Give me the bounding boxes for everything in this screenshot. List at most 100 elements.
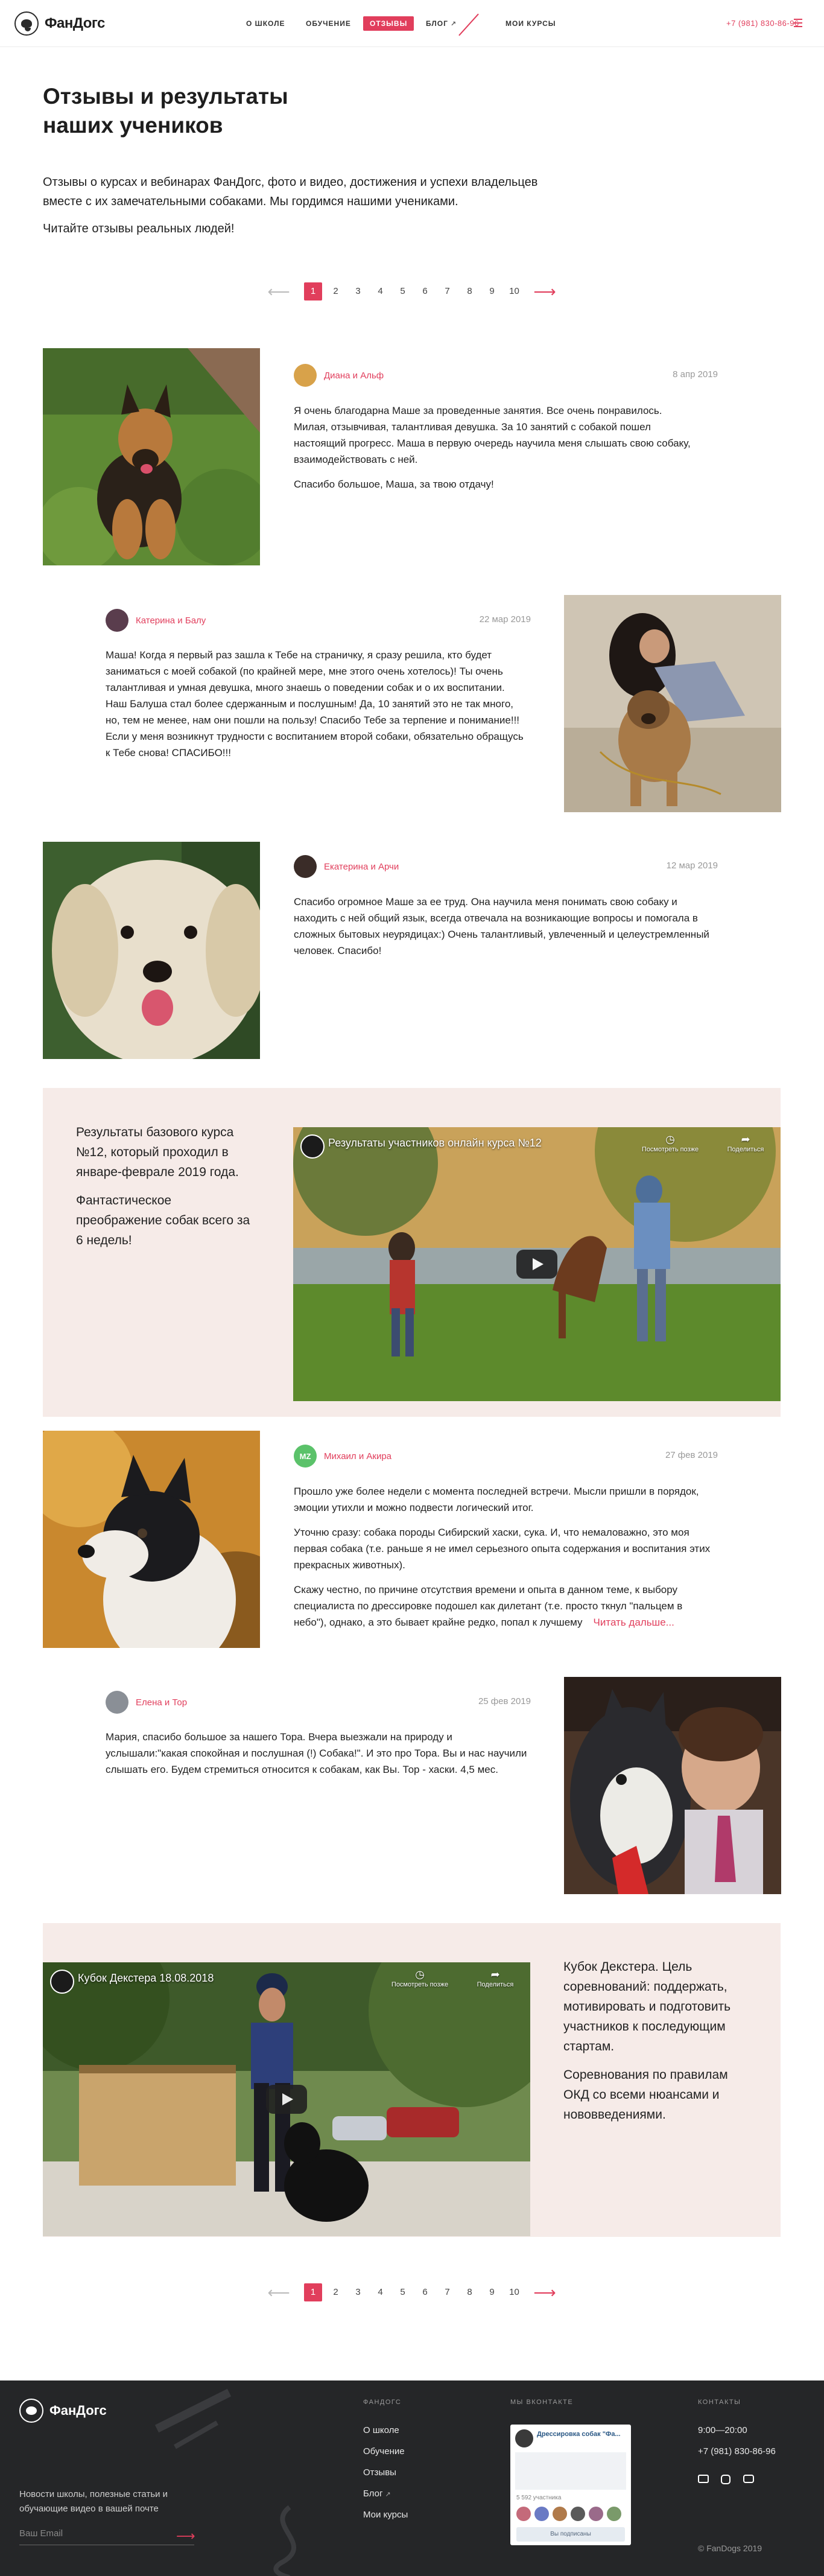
- footer-logo[interactable]: ФанДогс: [19, 2399, 107, 2423]
- footer-link-about[interactable]: О школе: [363, 2425, 399, 2435]
- review-author-name[interactable]: Катерина и Балу: [136, 615, 206, 626]
- review-author-name[interactable]: Диана и Альф: [324, 370, 384, 381]
- page-link[interactable]: 6: [414, 2283, 436, 2301]
- mail-icon[interactable]: [698, 2475, 709, 2483]
- instagram-icon[interactable]: [721, 2475, 731, 2484]
- promo-paragraph: Кубок Декстера. Цель соревнований: подде…: [563, 1960, 731, 2053]
- nav-education[interactable]: Обучение: [306, 16, 351, 31]
- page-link-current[interactable]: 1: [304, 282, 322, 301]
- page-link[interactable]: 3: [347, 282, 369, 301]
- video-player-course-12[interactable]: Результаты участников онлайн курса №12 ◷…: [293, 1127, 781, 1401]
- page-link[interactable]: 3: [347, 2283, 369, 2301]
- avatar: [294, 364, 317, 387]
- review-text: Маша! Когда я первый раз зашла к Тебе на…: [106, 647, 528, 769]
- review-author-name[interactable]: Михаил и Акира: [324, 1451, 391, 1461]
- promo-paragraph: Соревнования по правилам ОКД со всеми ню…: [563, 2068, 728, 2122]
- footer-link-blog[interactable]: Блог ↗: [363, 2489, 391, 2499]
- external-link-icon: ↗: [385, 2491, 391, 2498]
- logo-dog-icon: [19, 2399, 43, 2423]
- vk-group-name[interactable]: Дрессировка собак "Фа...: [537, 2431, 621, 2438]
- footer-phone[interactable]: +7 (981) 830-86-96: [698, 2446, 776, 2457]
- review-photo-shepherd: [43, 348, 260, 565]
- page-link[interactable]: 9: [481, 282, 503, 301]
- page-link[interactable]: 8: [458, 2283, 481, 2301]
- review-author: Елена и Тор: [106, 1691, 187, 1714]
- nav-blog[interactable]: Блог ↗: [426, 16, 457, 31]
- page-link[interactable]: 4: [369, 282, 391, 301]
- share-label: Поделиться: [727, 1146, 764, 1153]
- review-date: 25 фев 2019: [478, 1696, 531, 1706]
- next-page-arrow[interactable]: ⟶: [525, 2283, 564, 2301]
- page-link[interactable]: 10: [503, 282, 525, 301]
- logo-link[interactable]: ФанДогс: [14, 11, 105, 36]
- nav-reviews-active[interactable]: Отзывы: [363, 16, 414, 31]
- channel-logo-icon[interactable]: [50, 1970, 74, 1994]
- video-player-dexter-cup[interactable]: Кубок Декстера 18.08.2018 ◷ Посмотреть по…: [43, 1962, 530, 2236]
- channel-logo-icon[interactable]: [300, 1134, 325, 1159]
- footer-col-title: Мы ВКонтакте: [510, 2399, 574, 2406]
- review-author: Екатерина и Арчи: [294, 855, 399, 878]
- share-button[interactable]: ➦ Поделиться: [715, 1133, 776, 1153]
- email-input[interactable]: Ваш Email: [19, 2527, 194, 2545]
- header-phone[interactable]: +7 (981) 830-86-96: [726, 19, 799, 28]
- youtube-icon[interactable]: [743, 2475, 754, 2483]
- page-link[interactable]: 7: [436, 282, 458, 301]
- share-button[interactable]: ➦ Поделиться: [465, 1968, 525, 1988]
- avatar: [106, 609, 128, 632]
- pagination-bottom: ⟵ 1 2 3 4 5 6 7 8 9 10 ⟶: [259, 2283, 564, 2301]
- share-label: Поделиться: [477, 1981, 514, 1988]
- video-title[interactable]: Кубок Декстера 18.08.2018: [78, 1972, 214, 1985]
- logo-text: ФанДогс: [45, 15, 105, 31]
- page-link[interactable]: 5: [391, 282, 414, 301]
- page-link[interactable]: 5: [391, 2283, 414, 2301]
- play-button-icon[interactable]: [516, 1250, 557, 1279]
- page-link[interactable]: 8: [458, 282, 481, 301]
- vk-group-avatar: [515, 2429, 533, 2447]
- watch-later-button[interactable]: ◷ Посмотреть позже: [387, 1968, 453, 1988]
- watch-later-button[interactable]: ◷ Посмотреть позже: [637, 1133, 703, 1153]
- review-author-name[interactable]: Екатерина и Арчи: [324, 862, 399, 872]
- menu-icon[interactable]: [794, 19, 802, 27]
- review-photo-woman-with-dog: [564, 595, 781, 812]
- avatar: [294, 855, 317, 878]
- page-link[interactable]: 2: [325, 2283, 347, 2301]
- review-photo-husky-pup: [43, 1431, 260, 1648]
- play-button-icon[interactable]: [266, 2085, 307, 2114]
- nav-blog-label: Блог: [426, 19, 448, 28]
- page-link[interactable]: 9: [481, 2283, 503, 2301]
- footer-link-courses[interactable]: Мои курсы: [363, 2510, 408, 2520]
- vk-widget[interactable]: Дрессировка собак "Фа... 5 592 участника…: [510, 2425, 631, 2545]
- video-title[interactable]: Результаты участников онлайн курса №12: [328, 1137, 542, 1150]
- prev-page-arrow[interactable]: ⟵: [259, 282, 298, 301]
- external-link-icon: ↗: [450, 21, 457, 28]
- next-page-arrow[interactable]: ⟶: [525, 282, 564, 301]
- review-text: Я очень благодарна Маше за проведенные з…: [294, 402, 692, 501]
- nav-about[interactable]: О школе: [246, 16, 285, 31]
- promo-text: Результаты базового курса №12, который п…: [76, 1122, 257, 1259]
- watch-later-label: Посмотреть позже: [391, 1981, 449, 1988]
- review-author-name[interactable]: Елена и Тор: [136, 1697, 187, 1708]
- page-link[interactable]: 4: [369, 2283, 391, 2301]
- page-title: Отзывы и результаты наших учеников: [43, 84, 288, 138]
- footer-link-reviews[interactable]: Отзывы: [363, 2467, 396, 2478]
- newsletter-text: Новости школы, полезные статьи и обучающ…: [19, 2489, 168, 2514]
- copyright: © FanDogs 2019: [698, 2543, 762, 2553]
- clock-icon: ◷: [415, 1968, 425, 1980]
- page-link[interactable]: 10: [503, 2283, 525, 2301]
- page-link[interactable]: 6: [414, 282, 436, 301]
- page-link[interactable]: 2: [325, 282, 347, 301]
- read-more-link[interactable]: Читать дальше...: [594, 1617, 674, 1628]
- footer-col-title: Контакты: [698, 2399, 741, 2406]
- nav-my-courses[interactable]: Мои курсы: [505, 16, 556, 31]
- footer-link-education[interactable]: Обучение: [363, 2446, 405, 2457]
- promo-paragraph: Результаты базового курса №12, который п…: [76, 1125, 239, 1179]
- page-link[interactable]: 7: [436, 2283, 458, 2301]
- prev-page-arrow[interactable]: ⟵: [259, 2283, 298, 2301]
- submit-arrow-icon[interactable]: ⟶: [176, 2528, 195, 2544]
- share-icon: ➦: [490, 1968, 500, 1980]
- page-link-current[interactable]: 1: [304, 2283, 322, 2301]
- vk-subscribe-button[interactable]: Вы подписаны: [516, 2527, 625, 2542]
- avatar: MZ: [294, 1445, 317, 1468]
- review-paragraph: Уточню сразу: собака породы Сибирский ха…: [294, 1527, 711, 1571]
- review-paragraph: Маша! Когда я первый раз зашла к Тебе на…: [106, 649, 524, 758]
